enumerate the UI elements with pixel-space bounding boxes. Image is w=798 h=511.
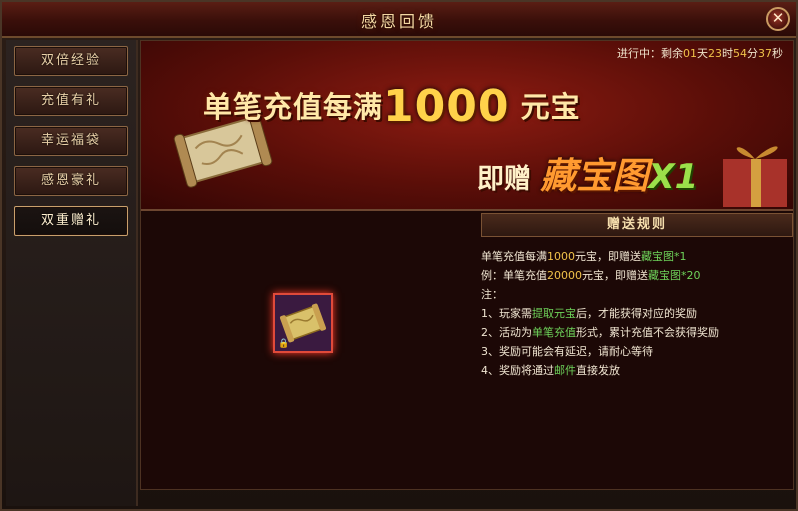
rule-text: 后，才能获得对应的奖励	[576, 307, 697, 320]
close-button[interactable]: ✕	[766, 7, 790, 31]
rule-text: 4、奖励将通过	[481, 364, 554, 377]
rule-text: 元宝，即赠送	[575, 250, 641, 263]
rule-note-4: 4、奖励将通过邮件直接发放	[481, 361, 791, 380]
promo-banner: 进行中：剩余01天23时54分37秒 单笔充值每满1000 元宝 即赠 藏宝图X…	[141, 41, 793, 211]
rule-note-1: 1、玩家需提取元宝后，才能获得对应的奖励	[481, 304, 791, 323]
rule-text: 元宝，即赠送	[582, 269, 648, 282]
sidebar-item-recharge-gift[interactable]: 充值有礼	[14, 86, 128, 116]
sidebar-item-double-gift[interactable]: 双重赠礼	[14, 206, 128, 236]
subline-multiplier: X1	[648, 157, 699, 197]
rule-amount: 20000	[547, 269, 582, 282]
sidebar-item-label: 感恩豪礼	[40, 173, 101, 188]
timer-days: 01	[683, 47, 697, 60]
title-bar: 感恩回馈 ✕	[2, 2, 796, 38]
subline-prefix: 即赠	[477, 164, 531, 195]
rule-highlight: 提取元宝	[532, 307, 576, 320]
timer-hours: 23	[708, 47, 722, 60]
gift-box-icon	[723, 146, 787, 207]
sidebar-item-lucky-bag[interactable]: 幸运福袋	[14, 126, 128, 156]
rule-text: 例：单笔充值	[481, 269, 547, 282]
main-panel: 进行中：剩余01天23时54分37秒 单笔充值每满1000 元宝 即赠 藏宝图X…	[140, 40, 794, 490]
sidebar-item-label: 双倍经验	[40, 53, 101, 68]
timer-seconds: 37	[758, 47, 772, 60]
close-icon: ✕	[771, 9, 785, 27]
rule-note-3: 3、奖励可能会有延迟，请耐心等待	[481, 345, 653, 358]
rule-text: 1、玩家需	[481, 307, 532, 320]
sidebar-item-label: 充值有礼	[40, 93, 101, 108]
rule-highlight: 邮件	[554, 364, 576, 377]
timer-days-unit: 天	[697, 47, 708, 60]
sidebar-item-label: 双重赠礼	[40, 213, 101, 228]
window-title: 感恩回馈	[360, 12, 437, 31]
headline-amount: 1000	[383, 81, 510, 132]
sidebar-item-gratitude-gift[interactable]: 感恩豪礼	[14, 166, 128, 196]
subline-prize: 藏宝图	[540, 156, 649, 197]
countdown-timer: 进行中：剩余01天23时54分37秒	[617, 45, 783, 61]
rule-text: 2、活动为	[481, 326, 532, 339]
banner-headline: 单笔充值每满1000 元宝	[203, 81, 581, 132]
banner-subline: 即赠 藏宝图X1	[477, 147, 698, 199]
sidebar: 双倍经验 充值有礼 幸运福袋 感恩豪礼 双重赠礼	[6, 40, 138, 506]
timer-minutes: 54	[733, 47, 747, 60]
rule-note: 注：	[481, 288, 503, 301]
timer-prefix: 进行中：剩余	[617, 47, 683, 60]
rule-line-1: 单笔充值每满1000元宝，即赠送藏宝图*1	[481, 247, 791, 266]
timer-seconds-unit: 秒	[772, 47, 783, 60]
rule-text: 形式，累计充值不会获得奖励	[576, 326, 719, 339]
rule-text: 单笔充值每满	[481, 250, 547, 263]
rule-text: 直接发放	[576, 364, 620, 377]
reward-item-slot[interactable]: 🔒	[273, 293, 333, 353]
lock-icon: 🔒	[278, 339, 290, 349]
rule-reward: 藏宝图*20	[648, 269, 701, 282]
timer-minutes-unit: 分	[747, 47, 758, 60]
event-window: 感恩回馈 ✕ 双倍经验 充值有礼 幸运福袋 感恩豪礼 双重赠礼 进行中：剩余01…	[0, 0, 798, 511]
rules-header: 赠送规则	[481, 213, 793, 237]
headline-suffix: 元宝	[520, 90, 581, 124]
rule-reward: 藏宝图*1	[641, 250, 687, 263]
rule-line-2: 例：单笔充值20000元宝，即赠送藏宝图*20	[481, 266, 791, 285]
sidebar-item-label: 幸运福袋	[40, 133, 101, 148]
sidebar-item-double-exp[interactable]: 双倍经验	[14, 46, 128, 76]
headline-prefix: 单笔充值每满	[203, 90, 384, 124]
timer-hours-unit: 时	[722, 47, 733, 60]
rule-highlight: 单笔充值	[532, 326, 576, 339]
rule-note-2: 2、活动为单笔充值形式，累计充值不会获得奖励	[481, 323, 791, 342]
rule-amount: 1000	[547, 250, 575, 263]
rules-text: 单笔充值每满1000元宝，即赠送藏宝图*1 例：单笔充值20000元宝，即赠送藏…	[481, 247, 791, 380]
